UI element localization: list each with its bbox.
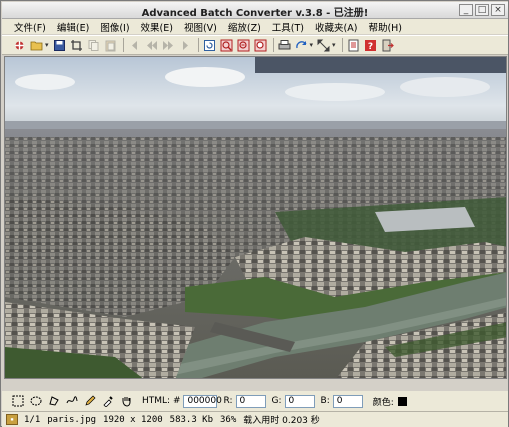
chevron-down-icon[interactable]: ▾ — [332, 41, 336, 49]
close-button[interactable]: × — [491, 4, 505, 16]
help-icon[interactable]: ? — [363, 38, 378, 53]
forward-icon[interactable] — [178, 38, 193, 53]
rect-select-icon[interactable] — [10, 394, 25, 409]
status-bar: ▪ 1/1 paris.jpg 1920 x 1200 583.3 Kb 36%… — [2, 411, 508, 427]
image-index: 1/1 — [24, 414, 41, 425]
ellipse-select-icon[interactable] — [28, 394, 43, 409]
next-icon[interactable] — [161, 38, 176, 53]
blue-field[interactable]: 0 — [332, 394, 363, 408]
toolbar-separator — [122, 38, 124, 52]
maximize-button[interactable]: □ — [475, 4, 489, 16]
menu-effects[interactable]: 效果(E) — [141, 20, 173, 34]
menu-image[interactable]: 图像(I) — [100, 20, 129, 34]
title-bar[interactable]: Advanced Batch Converter v.3.8 - 已注册! _ … — [2, 2, 508, 19]
toolbar: ▾ ▾ ▾ ? — [2, 35, 508, 55]
green-label: G: — [271, 396, 282, 406]
menu-bar: 文件(F) 编辑(E) 图像(I) 效果(E) 视图(V) 缩放(Z) 工具(T… — [2, 19, 508, 34]
save-icon[interactable] — [52, 38, 67, 53]
menu-zoom[interactable]: 缩放(Z) — [228, 20, 261, 34]
chevron-down-icon[interactable]: ▾ — [45, 41, 49, 49]
color-swatch — [397, 396, 407, 406]
zoom-level: 36% — [220, 414, 237, 425]
resize-icon[interactable] — [316, 38, 331, 53]
lasso-icon[interactable] — [46, 394, 61, 409]
open-folder-icon[interactable] — [29, 38, 44, 53]
crop-icon[interactable] — [69, 38, 84, 53]
copy-icon[interactable] — [86, 38, 101, 53]
menu-help[interactable]: 帮助(H) — [368, 20, 402, 34]
exit-icon[interactable] — [380, 38, 395, 53]
toolbar-separator — [197, 38, 199, 52]
refresh-icon[interactable] — [202, 38, 217, 53]
hand-icon[interactable] — [118, 394, 133, 409]
html-color-label: HTML: # — [142, 396, 181, 406]
file-size: 583.3 Kb — [169, 414, 214, 425]
minimize-button[interactable]: _ — [459, 4, 473, 16]
pencil-icon[interactable] — [82, 394, 97, 409]
red-label: R: — [223, 396, 233, 406]
zoom-out-icon[interactable] — [236, 38, 251, 53]
menu-file[interactable]: 文件(F) — [14, 20, 46, 34]
menu-view[interactable]: 视图(V) — [184, 20, 217, 34]
eyedropper-icon[interactable] — [100, 394, 115, 409]
freehand-icon[interactable] — [64, 394, 79, 409]
back-icon[interactable] — [127, 38, 142, 53]
image-dimensions: 1920 x 1200 — [103, 414, 163, 425]
convert-icon[interactable] — [12, 38, 27, 53]
zoom-fit-icon[interactable] — [253, 38, 268, 53]
info-icon[interactable] — [346, 38, 361, 53]
green-field[interactable]: 0 — [284, 394, 315, 408]
blue-label: B: — [320, 396, 330, 406]
html-color-field[interactable]: 000000 — [183, 394, 222, 408]
color-picker-bar: HTML: # 000000 R: 0 G: 0 B: 0 颜色: — [2, 391, 508, 411]
load-time: 载入用时 0.203 秒 — [243, 416, 320, 426]
color-label: 颜色: — [372, 397, 394, 408]
rotate-icon[interactable] — [294, 38, 309, 53]
app-window: Advanced Batch Converter v.3.8 - 已注册! _ … — [0, 0, 509, 427]
svg-text:?: ? — [367, 42, 372, 52]
zoom-in-icon[interactable] — [219, 38, 234, 53]
print-icon[interactable] — [277, 38, 292, 53]
paris-photo — [5, 57, 506, 378]
file-name: paris.jpg — [47, 414, 97, 425]
paste-icon[interactable] — [103, 38, 118, 53]
red-field[interactable]: 0 — [235, 394, 266, 408]
image-file-icon: ▪ — [6, 414, 18, 425]
image-viewer[interactable] — [4, 56, 507, 379]
window-title: Advanced Batch Converter v.3.8 - 已注册! — [141, 8, 369, 19]
toolbar-separator — [341, 38, 343, 52]
window-controls: _ □ × — [459, 4, 505, 16]
menu-favorites[interactable]: 收藏夹(A) — [315, 20, 357, 34]
prev-icon[interactable] — [144, 38, 159, 53]
chevron-down-icon[interactable]: ▾ — [310, 41, 314, 49]
toolbar-separator — [272, 38, 274, 52]
menu-edit[interactable]: 编辑(E) — [57, 20, 89, 34]
menu-tools[interactable]: 工具(T) — [272, 20, 304, 34]
